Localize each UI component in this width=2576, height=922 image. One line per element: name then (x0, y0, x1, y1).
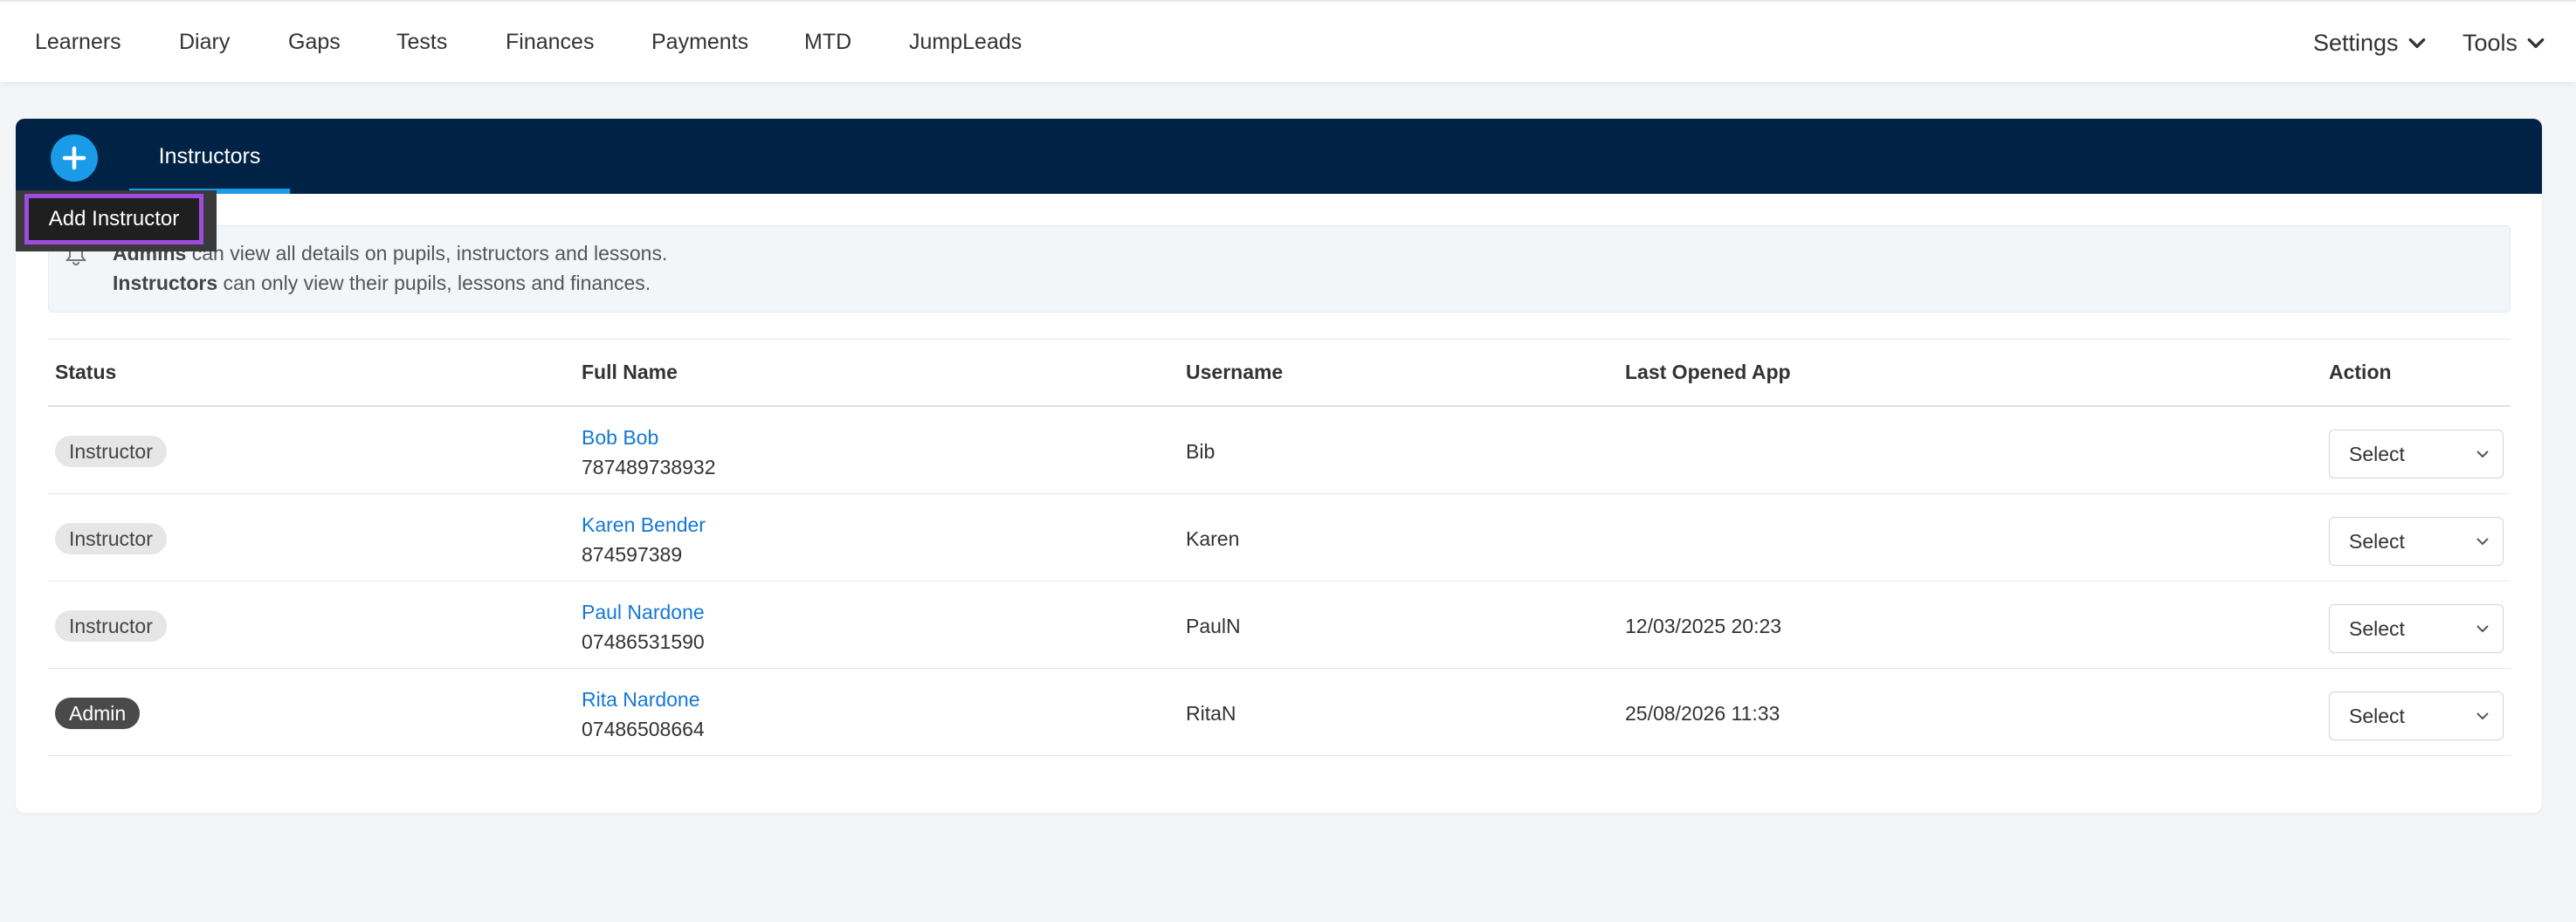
instructor-phone: 874597389 (582, 543, 683, 566)
role-info-box: Admins can view all details on pupils, i… (48, 225, 2511, 313)
col-action: Action (2329, 361, 2392, 383)
instructor-name-link[interactable]: Rita Nardone (582, 688, 700, 712)
settings-menu[interactable]: Settings (2313, 30, 2427, 57)
col-last-opened: Last Opened App (1625, 361, 1791, 383)
info-instructors-text: can only view their pupils, lessons and … (217, 272, 651, 294)
chevron-down-icon (2527, 38, 2545, 48)
instructor-phone: 787489738932 (582, 456, 716, 478)
last-opened-cell: 25/08/2026 11:33 (1625, 702, 1780, 725)
info-admins-text: can view all details on pupils, instruct… (186, 242, 668, 265)
chevron-down-icon (2476, 712, 2489, 720)
action-select-value: Select (2349, 704, 2405, 727)
table-row: Instructor Bob Bob 787489738932 Bib Sele… (48, 407, 2511, 494)
username-cell: PaulN (1186, 615, 1241, 637)
instructor-phone: 07486531590 (582, 630, 705, 653)
nav-jumpleads[interactable]: JumpLeads (909, 30, 1022, 55)
action-select-value: Select (2349, 442, 2405, 465)
nav-diary[interactable]: Diary (179, 30, 230, 55)
tools-label: Tools (2462, 30, 2518, 56)
status-badge: Instructor (55, 523, 167, 554)
instructor-name-link[interactable]: Paul Nardone (582, 601, 705, 624)
table-row: Instructor Karen Bender 874597389 Karen … (48, 494, 2511, 581)
username-cell: Bib (1186, 440, 1216, 463)
chevron-down-icon (2476, 625, 2489, 633)
instructor-name-link[interactable]: Karen Bender (582, 513, 706, 537)
col-full-name: Full Name (582, 361, 678, 383)
nav-gaps[interactable]: Gaps (288, 30, 341, 55)
chevron-down-icon (2476, 451, 2489, 458)
card-header: Instructors (16, 119, 2542, 194)
col-username: Username (1186, 361, 1284, 383)
username-cell: RitaN (1186, 702, 1236, 725)
top-navbar: Learners Diary Gaps Tests Finances Payme… (0, 0, 2576, 82)
nav-learners[interactable]: Learners (35, 30, 121, 55)
nav-mtd[interactable]: MTD (804, 30, 851, 55)
instructor-name-link[interactable]: Bob Bob (582, 426, 658, 450)
table-row: Instructor Paul Nardone 07486531590 Paul… (48, 581, 2511, 669)
settings-label: Settings (2313, 30, 2399, 56)
action-select[interactable]: Select (2329, 604, 2504, 653)
add-instructor-tooltip-wrap: Add Instructor (16, 190, 217, 251)
action-select[interactable]: Select (2329, 517, 2504, 566)
action-select-value: Select (2349, 616, 2405, 640)
action-select[interactable]: Select (2329, 692, 2504, 740)
add-instructor-tooltip: Add Instructor (24, 194, 203, 244)
tools-menu[interactable]: Tools (2462, 30, 2545, 57)
chevron-down-icon (2476, 538, 2489, 546)
table-header: Status Full Name Username Last Opened Ap… (48, 339, 2511, 407)
table-row: Admin Rita Nardone 07486508664 RitaN 25/… (48, 669, 2511, 756)
action-select-value: Select (2349, 529, 2405, 553)
status-badge: Instructor (55, 610, 167, 642)
instructor-phone: 07486508664 (582, 718, 705, 740)
instructors-card: Instructors Admins can view all details … (16, 119, 2542, 813)
tab-instructors[interactable]: Instructors (129, 119, 290, 194)
status-badge: Admin (55, 698, 141, 729)
status-badge: Instructor (55, 436, 167, 467)
col-status: Status (55, 361, 117, 383)
plus-icon (62, 146, 86, 170)
username-cell: Karen (1186, 527, 1240, 550)
last-opened-cell: 12/03/2025 20:23 (1625, 615, 1782, 637)
nav-payments[interactable]: Payments (651, 30, 748, 55)
info-instructors-line: Instructors can only view their pupils, … (113, 272, 651, 295)
add-instructor-button[interactable] (51, 134, 98, 182)
nav-finances[interactable]: Finances (506, 30, 594, 55)
chevron-down-icon (2408, 38, 2425, 48)
nav-tests[interactable]: Tests (396, 30, 447, 55)
action-select[interactable]: Select (2329, 430, 2504, 478)
info-instructors-label: Instructors (113, 272, 218, 294)
